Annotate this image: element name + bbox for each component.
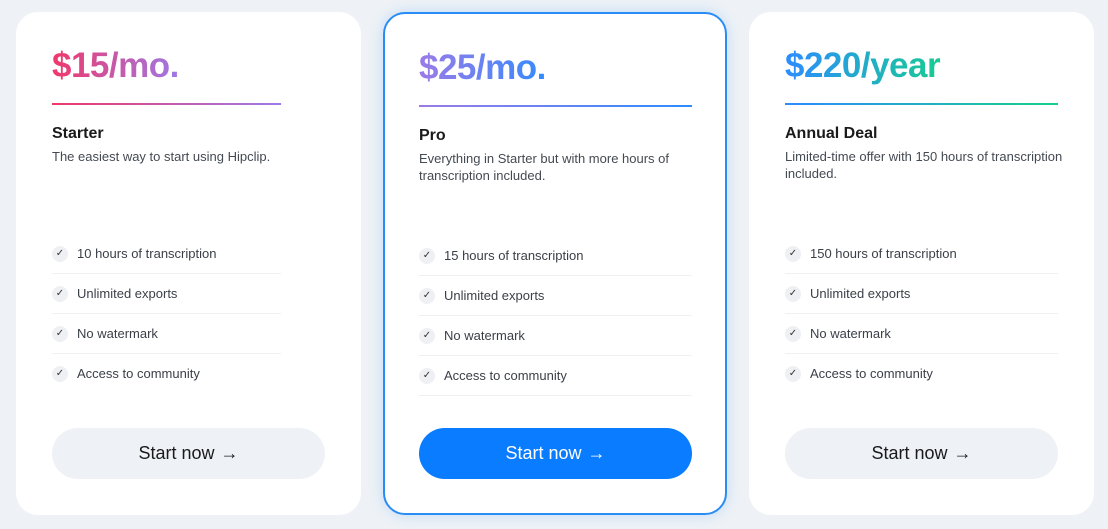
- plan-price: $220/year: [785, 44, 953, 88]
- feature-label: 15 hours of transcription: [444, 248, 584, 263]
- arrow-right-icon: →: [220, 443, 239, 463]
- feature-list: ✓ 10 hours of transcription ✓ Unlimited ex…: [52, 234, 281, 394]
- feature-item: ✓ Access to community: [52, 354, 281, 394]
- check-icon: ✓: [419, 367, 435, 384]
- feature-item: ✓ 10 hours of transcription: [52, 234, 281, 274]
- feature-label: No watermark: [77, 326, 158, 341]
- pricing-card-pro: $25/mo. Pro Everything in Starter but wi…: [383, 12, 727, 515]
- plan-price: $15/mo.: [52, 44, 182, 88]
- button-label: Start now: [871, 443, 948, 463]
- plan-name: Annual Deal: [785, 125, 878, 142]
- feature-item: ✓ Unlimited exports: [785, 274, 1058, 314]
- feature-label: Access to community: [444, 368, 567, 383]
- check-icon: ✓: [52, 365, 68, 382]
- pricing-card-starter: $15/mo. Starter The easiest way to start…: [16, 12, 361, 515]
- feature-label: Access to community: [77, 366, 200, 381]
- start-now-button-pro[interactable]: Start now →: [419, 428, 692, 479]
- check-icon: ✓: [52, 325, 68, 342]
- check-icon: ✓: [785, 245, 801, 262]
- feature-label: Unlimited exports: [77, 286, 178, 301]
- check-icon: ✓: [785, 325, 801, 342]
- check-icon: ✓: [419, 327, 435, 344]
- price-divider: [419, 105, 692, 107]
- plan-name: Pro: [419, 127, 446, 144]
- feature-item: ✓ 15 hours of transcription: [419, 236, 692, 276]
- plan-description: Limited-time offer with 150 hours of tra…: [785, 149, 1063, 181]
- check-icon: ✓: [52, 285, 68, 302]
- feature-label: 10 hours of transcription: [77, 246, 217, 261]
- feature-list: ✓ 15 hours of transcription ✓ Unlimited ex…: [419, 236, 692, 396]
- feature-label: No watermark: [444, 328, 525, 343]
- arrow-right-icon: →: [953, 443, 972, 463]
- pricing-card-annual: $220/year Annual Deal Limited-time offer…: [749, 12, 1094, 515]
- feature-label: Unlimited exports: [810, 286, 911, 301]
- button-label: Start now: [505, 443, 582, 463]
- check-icon: ✓: [785, 365, 801, 382]
- feature-item: ✓ No watermark: [785, 314, 1058, 354]
- check-icon: ✓: [785, 285, 801, 302]
- button-label: Start now: [138, 443, 215, 463]
- feature-item: ✓ Access to community: [419, 356, 692, 396]
- feature-label: No watermark: [810, 326, 891, 341]
- plan-name: Starter: [52, 125, 104, 142]
- feature-label: Unlimited exports: [444, 288, 545, 303]
- feature-item: ✓ No watermark: [419, 316, 692, 356]
- start-now-button-annual[interactable]: Start now →: [785, 428, 1058, 479]
- start-now-button-starter[interactable]: Start now →: [52, 428, 325, 479]
- feature-item: ✓ Unlimited exports: [52, 274, 281, 314]
- arrow-right-icon: →: [587, 443, 606, 463]
- feature-label: Access to community: [810, 366, 933, 381]
- plan-description: The easiest way to start using Hipclip.: [52, 149, 271, 164]
- feature-item: ✓ Unlimited exports: [419, 276, 692, 316]
- check-icon: ✓: [419, 247, 435, 264]
- plan-price: $25/mo.: [419, 46, 555, 90]
- price-divider: [52, 103, 281, 105]
- plan-description: Everything in Starter but with more hour…: [419, 151, 670, 183]
- price-divider: [785, 103, 1058, 105]
- feature-list: ✓ 150 hours of transcription ✓ Unlimited e…: [785, 234, 1058, 394]
- check-icon: ✓: [419, 287, 435, 304]
- feature-label: 150 hours of transcription: [810, 246, 957, 261]
- feature-item: ✓ 150 hours of transcription: [785, 234, 1058, 274]
- feature-item: ✓ No watermark: [52, 314, 281, 354]
- check-icon: ✓: [52, 245, 68, 262]
- feature-item: ✓ Access to community: [785, 354, 1058, 394]
